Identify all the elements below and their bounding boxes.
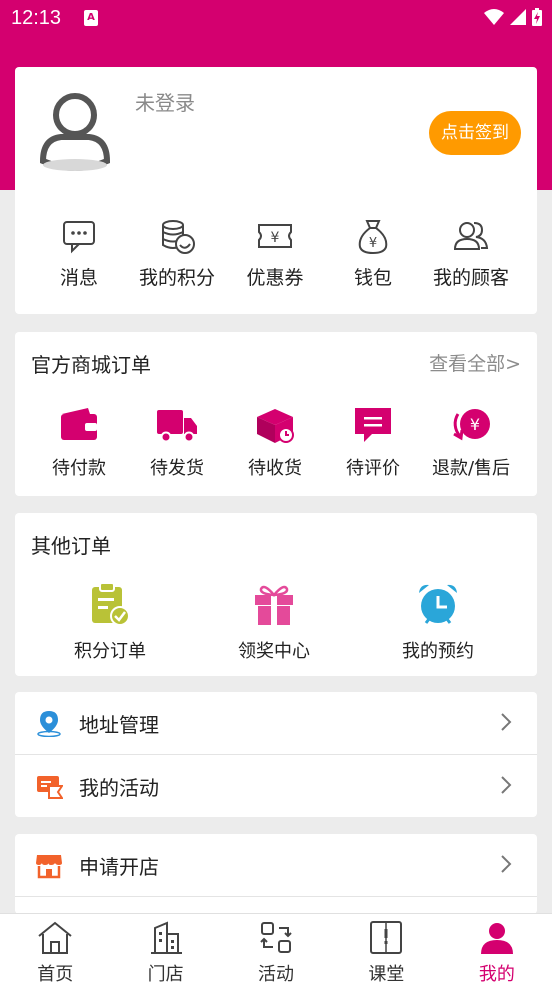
home-icon <box>38 921 72 954</box>
svg-text:¥: ¥ <box>369 236 377 251</box>
chevron-right-icon <box>501 713 512 731</box>
status-bar: 12:13 A <box>0 0 552 36</box>
battery-icon <box>532 8 542 26</box>
points-orders-item[interactable]: 积分订单 <box>28 581 192 663</box>
store-list-card: 申请开店 <box>15 834 537 914</box>
order-refund[interactable]: ¥ 退款/售后 <box>422 404 520 480</box>
svg-text:¥: ¥ <box>271 230 280 246</box>
quick-link-coupons[interactable]: ¥ 优惠券 <box>226 217 324 290</box>
quick-links: 消息 我的积分 ¥ 优惠券 ¥ 钱包 我的顾客 <box>15 217 537 290</box>
wallet-icon <box>61 408 97 440</box>
order-status-label: 退款/售后 <box>431 458 511 479</box>
quick-link-label: 我的顾客 <box>432 267 509 289</box>
bottom-tab-bar: 首页 门店 活动 课堂 我的 <box>0 913 552 983</box>
status-time: 12:13 <box>11 7 62 29</box>
wallet-bag-icon: ¥ <box>358 220 388 255</box>
order-status-label: 待收货 <box>248 458 302 479</box>
tab-activity[interactable]: 活动 <box>221 914 331 983</box>
tab-store[interactable]: 门店 <box>110 914 220 983</box>
avatar-icon[interactable] <box>37 87 113 173</box>
tab-label: 我的 <box>478 964 515 983</box>
my-reservations-item[interactable]: 我的预约 <box>356 581 520 663</box>
order-status-label: 待评价 <box>346 458 400 479</box>
status-icons <box>484 8 542 26</box>
clipboard-check-icon <box>92 582 130 626</box>
tab-label: 首页 <box>37 964 74 983</box>
book-icon <box>370 921 403 954</box>
coupon-icon: ¥ <box>258 224 292 248</box>
order-pending-receipt[interactable]: 待收货 <box>226 404 324 480</box>
tab-profile[interactable]: 我的 <box>442 914 552 983</box>
package-icon <box>257 409 294 443</box>
tab-label: 门店 <box>147 964 184 983</box>
other-order-label: 我的预约 <box>402 641 474 662</box>
svg-text:¥: ¥ <box>470 415 480 434</box>
my-activities-row[interactable]: 我的活动 <box>15 755 537 817</box>
quick-link-customers[interactable]: 我的顾客 <box>422 217 520 290</box>
my-activities-label: 我的活动 <box>79 776 159 800</box>
prize-center-item[interactable]: 领奖中心 <box>192 581 356 663</box>
order-pending-review[interactable]: 待评价 <box>324 404 422 480</box>
review-icon <box>355 408 391 442</box>
view-all-link[interactable]: 查看全部> <box>429 349 521 376</box>
chevron-right-icon <box>501 855 512 873</box>
profile-card: 未登录 点击签到 消息 我的积分 ¥ 优惠券 ¥ 钱包 我的顾客 <box>15 67 537 314</box>
other-orders-row: 积分订单 领奖中心 我的预约 <box>15 581 537 663</box>
order-pending-shipment[interactable]: 待发货 <box>128 404 226 480</box>
quick-link-points[interactable]: 我的积分 <box>128 217 226 290</box>
quick-link-label: 优惠券 <box>246 267 304 289</box>
activity-ticket-icon <box>37 776 63 799</box>
chevron-right-icon <box>501 776 512 794</box>
address-management-label: 地址管理 <box>79 713 159 737</box>
official-orders-card: 官方商城订单 查看全部> 待付款 待发货 待收货 待评价 ¥ 退款/售后 <box>15 332 537 496</box>
quick-link-label: 我的积分 <box>138 267 215 289</box>
open-store-row[interactable]: 申请开店 <box>15 834 537 896</box>
other-order-label: 积分订单 <box>74 641 146 662</box>
quick-link-label: 钱包 <box>353 267 392 289</box>
signal-icon <box>510 9 526 25</box>
quick-link-label: 消息 <box>59 267 98 289</box>
location-pin-icon <box>37 711 61 737</box>
order-pending-payment[interactable]: 待付款 <box>30 404 128 480</box>
profile-icon <box>480 923 513 954</box>
gift-icon <box>255 585 293 625</box>
refund-icon: ¥ <box>453 409 490 441</box>
store-building-icon <box>150 921 182 954</box>
other-order-label: 领奖中心 <box>238 641 310 662</box>
activity-icon <box>260 922 292 953</box>
storefront-icon <box>36 855 62 879</box>
open-store-label: 申请开店 <box>79 855 159 879</box>
tab-classroom[interactable]: 课堂 <box>331 914 441 983</box>
truck-icon <box>157 410 197 443</box>
tab-label: 活动 <box>258 964 295 983</box>
other-orders-card: 其他订单 积分订单 领奖中心 我的预约 <box>15 513 537 676</box>
wifi-icon <box>484 9 504 25</box>
app-notification-icon: A <box>84 10 98 26</box>
order-status-label: 待付款 <box>52 458 106 479</box>
menu-list-card: 地址管理 我的活动 <box>15 692 537 817</box>
quick-link-wallet[interactable]: ¥ 钱包 <box>324 217 422 290</box>
tab-label: 课堂 <box>368 964 405 983</box>
customers-icon <box>453 222 489 250</box>
signin-button[interactable]: 点击签到 <box>429 111 521 155</box>
message-icon <box>63 221 95 254</box>
alarm-clock-icon <box>419 584 457 624</box>
points-coins-icon <box>162 220 195 254</box>
order-status-label: 待发货 <box>150 458 204 479</box>
login-status[interactable]: 未登录 <box>135 87 195 116</box>
divider <box>15 896 537 897</box>
official-orders-title: 官方商城订单 <box>31 353 151 377</box>
other-orders-title: 其他订单 <box>31 534 111 558</box>
tab-home[interactable]: 首页 <box>0 914 110 983</box>
address-management-row[interactable]: 地址管理 <box>15 692 537 754</box>
order-status-row: 待付款 待发货 待收货 待评价 ¥ 退款/售后 <box>15 404 537 480</box>
quick-link-messages[interactable]: 消息 <box>30 217 128 290</box>
